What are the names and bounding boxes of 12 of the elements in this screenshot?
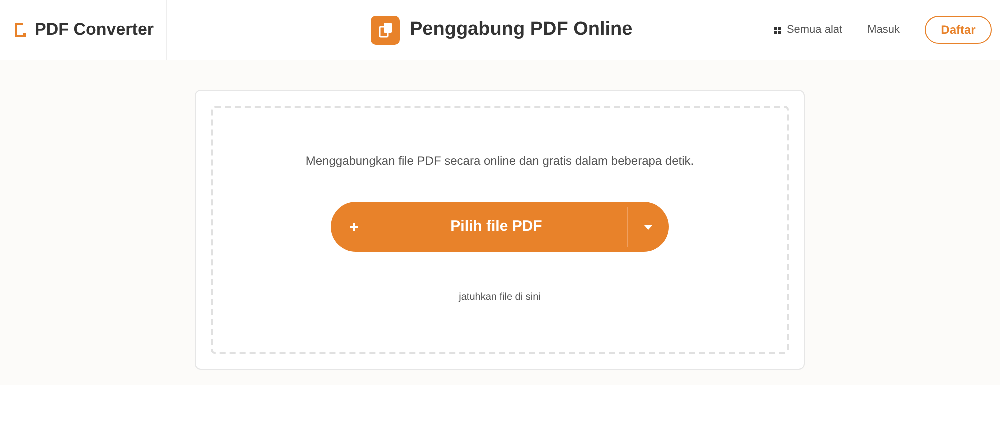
description-text: Menggabungkan file PDF secara online dan gratis dalam beberapa detik. [306,153,694,170]
page-title: Penggabung PDF Online [410,18,633,42]
brand-name[interactable]: PDF Converter [35,17,154,43]
grid-icon [774,26,781,34]
drop-hint: jatuhkan file di sini [459,291,541,305]
logo-icon [13,22,27,38]
plus-icon [350,223,358,231]
all-tools-link[interactable]: Semua alat [774,22,843,38]
login-link[interactable]: Masuk [868,22,900,38]
drop-zone[interactable]: Menggabungkan file PDF secara online dan gratis dalam beberapa detik. Pilih file PDF jatuhkan file di sini [211,106,789,354]
caret-icon[interactable] [644,224,653,230]
merge-icon [371,16,400,44]
